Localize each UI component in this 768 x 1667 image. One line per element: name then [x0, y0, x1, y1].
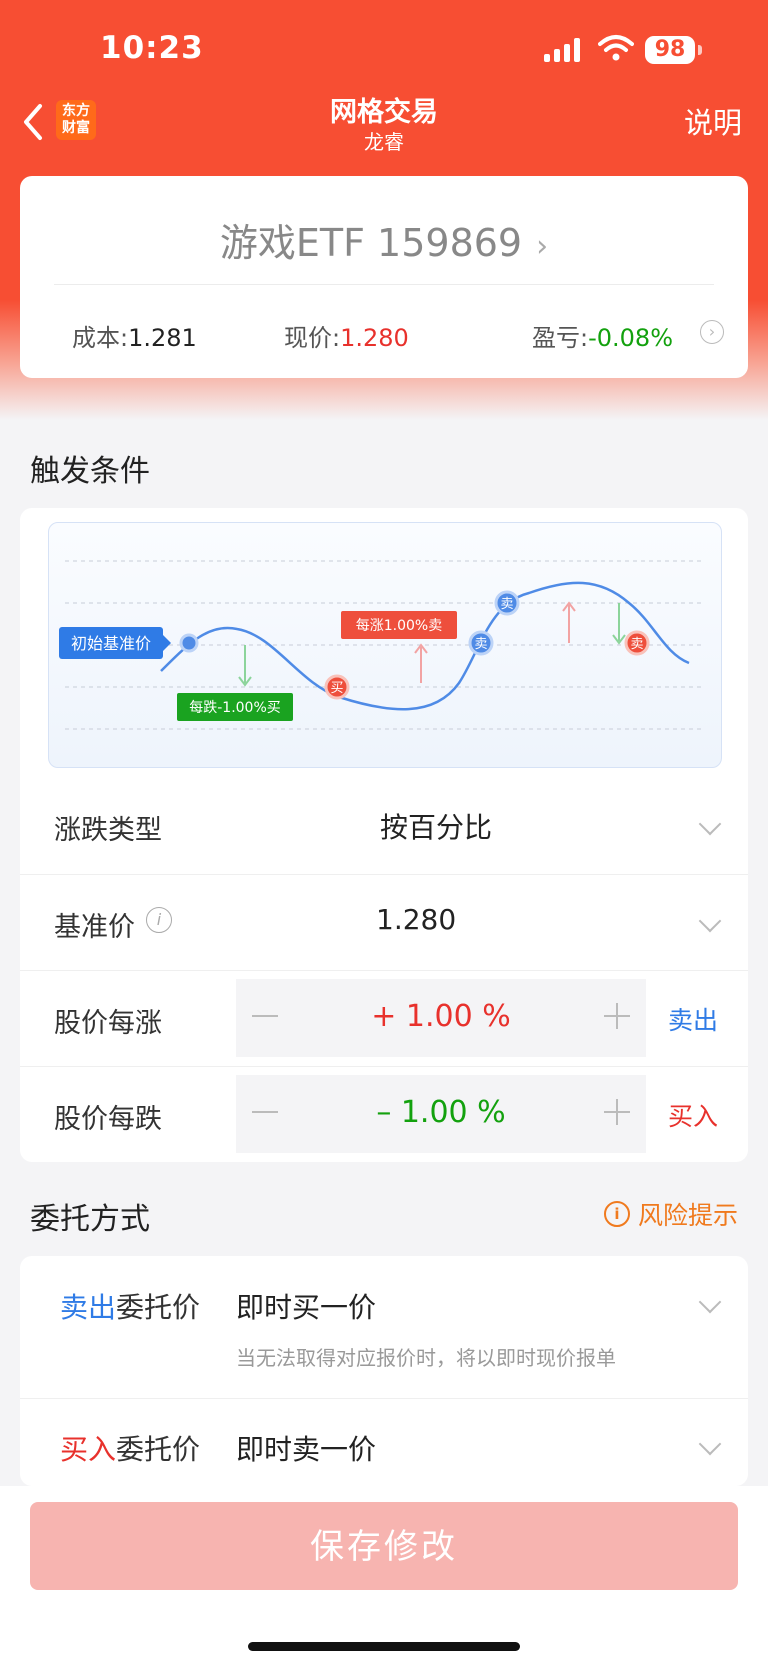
trigger-card: 买 卖 卖 卖 初始基准价 每跌-1.00%买 每涨1.00%卖 涨跌类型 按百… — [20, 508, 748, 1162]
divider — [54, 284, 714, 285]
buy-order-value: 即时卖一价 — [236, 1433, 377, 1466]
plus-icon-vertical — [616, 1003, 618, 1029]
save-button[interactable]: 保存修改 — [30, 1502, 738, 1590]
rise-row: 股价每涨 + 1.00 % 卖出 — [20, 970, 748, 1067]
marker-sell-text-2: 卖 — [500, 597, 513, 612]
price-value: 1.280 — [340, 324, 409, 352]
grid-trading-diagram: 买 卖 卖 卖 初始基准价 每跌-1.00%买 每涨1.00%卖 — [48, 522, 722, 768]
chevron-right-icon: › — [536, 229, 549, 264]
cost-label: 成本: — [72, 324, 129, 352]
info-icon[interactable]: i — [146, 907, 172, 933]
plus-icon-vertical — [616, 1099, 618, 1125]
page-subtitle: 龙睿 — [364, 130, 404, 154]
fall-row: 股价每跌 – 1.00 % 买入 — [20, 1066, 748, 1163]
base-point — [179, 633, 199, 653]
status-bar: 10:23 98 — [0, 0, 768, 92]
cellular-signal-icon — [544, 38, 580, 62]
sell-order-row[interactable]: 卖出委托价 即时买一价 当无法取得对应报价时，将以即时现价报单 — [20, 1256, 748, 1399]
sell-kind-colored: 卖出 — [60, 1291, 117, 1324]
rise-sell-label: 每涨1.00%卖 — [341, 611, 457, 639]
cost-value: 1.281 — [128, 324, 197, 352]
change-type-value: 按百分比 — [380, 811, 493, 844]
status-time: 10:23 — [100, 30, 204, 66]
change-type-row[interactable]: 涨跌类型 按百分比 — [20, 778, 748, 874]
fall-stepper[interactable]: – 1.00 % — [236, 1075, 646, 1153]
order-card: 卖出委托价 即时买一价 当无法取得对应报价时，将以即时现价报单 买入委托价 即时… — [20, 1256, 748, 1486]
nav-bar: 东方 财富 网格交易 龙睿 说明 — [0, 92, 768, 172]
fall-action: 买入 — [667, 1102, 718, 1131]
base-price-label: 初始基准价 — [59, 627, 171, 659]
buy-kind-rest: 委托价 — [116, 1433, 201, 1466]
stock-summary-card: 游戏ETF 159869 › 成本:1.281 现价:1.280 盈亏:-0.08… — [20, 176, 748, 378]
price-stat: 现价:1.280 — [284, 318, 409, 353]
battery-tip — [698, 45, 702, 55]
price-curve — [160, 581, 690, 711]
cost-stat: 成本:1.281 — [72, 318, 197, 353]
stock-selector[interactable]: 游戏ETF 159869 › — [20, 212, 748, 267]
rise-stepper[interactable]: + 1.00 % — [236, 979, 646, 1057]
battery-icon: 98 — [645, 36, 695, 64]
marker-sell-3: 卖 — [624, 630, 650, 656]
marker-sell-1: 卖 — [468, 630, 494, 656]
marker-buy-1: 买 — [324, 674, 350, 700]
marker-sell-text-1: 卖 — [474, 637, 487, 652]
buy-order-kind: 买入委托价 — [60, 1428, 200, 1468]
trigger-section-title: 触发条件 — [30, 454, 150, 489]
sell-kind-rest: 委托价 — [116, 1291, 201, 1324]
marker-sell-text-3: 卖 — [630, 637, 643, 652]
rise-label: 股价每涨 — [54, 1008, 162, 1039]
grid-diagram-svg: 买 卖 卖 卖 初始基准价 每跌-1.00%买 每涨1.00%卖 — [59, 560, 705, 730]
fall-buy-label: 每跌-1.00%买 — [177, 693, 293, 721]
info-circle-icon: i — [603, 1201, 630, 1227]
fall-value[interactable]: – 1.00 % — [236, 1095, 646, 1130]
marker-buy-text-1: 买 — [330, 681, 343, 696]
base-price-label-text: 初始基准价 — [71, 634, 151, 653]
page-title: 网格交易 — [330, 97, 438, 128]
chevron-down-icon — [698, 1432, 722, 1456]
buy-kind-colored: 买入 — [60, 1433, 117, 1466]
fall-label: 股价每跌 — [54, 1104, 162, 1135]
chevron-down-icon — [698, 1290, 722, 1314]
footer: 保存修改 — [0, 1486, 768, 1667]
rise-action: 卖出 — [667, 1006, 718, 1035]
stock-name: 游戏ETF 159869 — [219, 221, 523, 265]
rise-sell-label-text: 每涨1.00%卖 — [356, 618, 442, 634]
pnl-stat: 盈亏:-0.08% — [532, 318, 673, 353]
base-price-label: 基准价 — [54, 912, 135, 943]
risk-notice-link[interactable]: i 风险提示 — [603, 1196, 738, 1232]
base-price-value: 1.280 — [376, 903, 457, 936]
chevron-right-circle-icon[interactable]: › — [700, 320, 724, 344]
risk-notice-label: 风险提示 — [637, 1201, 738, 1230]
sell-order-value: 即时买一价 — [236, 1291, 377, 1324]
home-indicator — [248, 1642, 520, 1651]
base-price-row[interactable]: 基准价 i 1.280 — [20, 874, 748, 971]
sell-order-note: 当无法取得对应报价时，将以即时现价报单 — [236, 1346, 616, 1370]
order-section-title: 委托方式 — [30, 1202, 150, 1237]
fall-buy-label-text: 每跌-1.00%买 — [189, 700, 281, 716]
pnl-label: 盈亏: — [532, 324, 589, 352]
rise-value[interactable]: + 1.00 % — [236, 999, 646, 1034]
price-label: 现价: — [284, 324, 341, 352]
wifi-icon — [598, 35, 634, 61]
chevron-down-icon — [698, 909, 722, 933]
change-type-label: 涨跌类型 — [54, 815, 162, 846]
chevron-down-icon — [698, 812, 722, 836]
marker-sell-2: 卖 — [494, 590, 520, 616]
help-button[interactable]: 说明 — [684, 100, 742, 142]
buy-order-row[interactable]: 买入委托价 即时卖一价 — [20, 1398, 748, 1486]
pnl-value: -0.08% — [588, 324, 673, 352]
sell-order-kind: 卖出委托价 — [60, 1286, 200, 1326]
